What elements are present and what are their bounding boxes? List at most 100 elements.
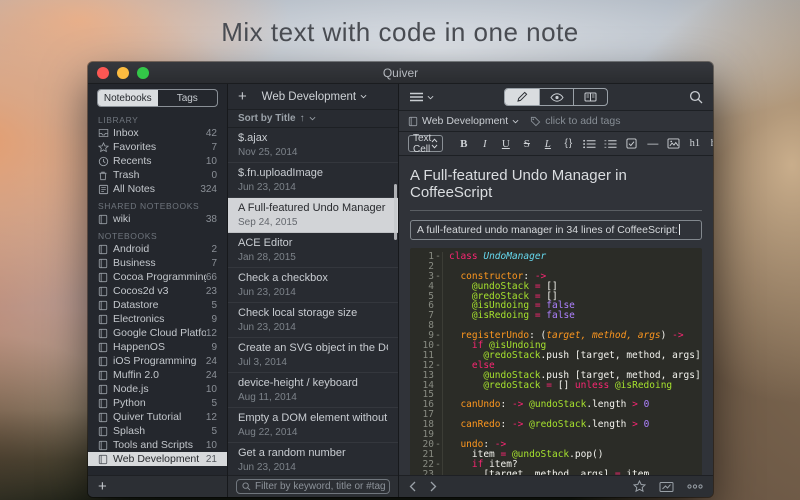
note-row-ajax[interactable]: $.ajax Nov 25, 2014 — [228, 128, 398, 163]
notebook-icon — [98, 244, 113, 255]
sidebar-item-android[interactable]: Android 2 — [88, 242, 227, 256]
fold-marker[interactable]: - — [434, 252, 443, 262]
image-icon[interactable] — [663, 134, 684, 154]
clock-icon — [98, 156, 113, 167]
window-titlebar[interactable]: Quiver — [88, 62, 713, 84]
code-cell[interactable]: 1 - class UndoManager 2 3 - constructor:… — [410, 248, 702, 475]
fold-marker[interactable]: - — [434, 460, 443, 470]
fold-marker[interactable]: - — [434, 272, 443, 282]
notebook-icon — [98, 370, 113, 381]
note-row-title: Create an SVG object in the DOM — [238, 342, 388, 355]
link-icon[interactable]: L — [537, 134, 558, 154]
cell-menu-button[interactable] — [409, 92, 434, 102]
sidebar-item-splash[interactable]: Splash 5 — [88, 424, 227, 438]
text-cursor — [679, 224, 680, 235]
hr-icon[interactable]: — — [642, 134, 663, 154]
note-row-empty-a-dom-element-without-jquery[interactable]: Empty a DOM element without jQuery Aug 2… — [228, 408, 398, 443]
sidebar-item-inbox[interactable]: Inbox 42 — [88, 126, 227, 140]
filter-placeholder: Filter by keyword, title or #tag — [255, 481, 386, 492]
ordered-list-icon[interactable] — [600, 134, 621, 154]
item-count: 7 — [211, 142, 217, 153]
sidebar-item-datastore[interactable]: Datastore 5 — [88, 298, 227, 312]
add-notebook-button[interactable]: + — [88, 479, 117, 494]
title-divider — [410, 210, 702, 211]
presentation-icon[interactable] — [659, 481, 674, 493]
favorite-star-icon[interactable] — [633, 480, 646, 493]
sidebar-item-ios-programming[interactable]: iOS Programming 24 — [88, 354, 227, 368]
note-row-ace-editor[interactable]: ACE Editor Jan 28, 2015 — [228, 233, 398, 268]
note-title[interactable]: A Full-featured Undo Manager in CoffeeSc… — [410, 167, 702, 201]
edit-mode-button[interactable] — [505, 89, 539, 105]
notebook-title-dropdown[interactable]: Web Development — [257, 91, 372, 103]
tab-notebooks[interactable]: Notebooks — [98, 90, 158, 106]
scrollbar[interactable] — [394, 184, 397, 240]
fold-marker[interactable]: - — [434, 341, 443, 351]
note-row-fn-uploadimage[interactable]: $.fn.uploadImage Jun 23, 2014 — [228, 163, 398, 198]
cell-type-select[interactable]: Text Cell — [408, 135, 443, 152]
item-count: 10 — [206, 440, 217, 451]
sidebar-item-wiki[interactable]: wiki 38 — [88, 212, 227, 226]
bold-icon[interactable]: B — [453, 134, 474, 154]
note-row-a-full-featured-undo-manager-in-coffee[interactable]: A Full-featured Undo Manager in Coffee..… — [228, 198, 398, 233]
todo-icon[interactable] — [621, 134, 642, 154]
text-cell[interactable]: A full-featured undo manager in 34 lines… — [410, 220, 702, 240]
sidebar-item-python[interactable]: Python 5 — [88, 396, 227, 410]
preview-mode-button[interactable] — [539, 89, 573, 105]
forward-button[interactable] — [430, 481, 437, 492]
item-count: 2 — [211, 244, 217, 255]
trash-icon — [98, 170, 113, 181]
new-note-button[interactable]: + — [228, 89, 257, 104]
tags-field[interactable]: click to add tags — [530, 115, 620, 127]
sidebar-item-muffin-2-0[interactable]: Muffin 2.0 24 — [88, 368, 227, 382]
italic-icon[interactable]: I — [474, 134, 495, 154]
h2-icon[interactable]: h2 — [705, 134, 713, 154]
notebook-icon — [98, 440, 113, 451]
note-row-date: Jan 28, 2015 — [238, 252, 388, 264]
sidebar-item-tools-and-scripts[interactable]: Tools and Scripts 10 — [88, 438, 227, 452]
fold-marker[interactable]: - — [434, 361, 443, 371]
note-row-device-height-keyboard[interactable]: device-height / keyboard Aug 11, 2014 — [228, 373, 398, 408]
note-row-date: Jun 23, 2014 — [238, 287, 388, 299]
section-label-library: LIBRARY — [88, 110, 227, 126]
sort-dropdown[interactable]: Sort by Title ↑ — [228, 110, 398, 128]
sidebar-item-happenos[interactable]: HappenOS 9 — [88, 340, 227, 354]
minimize-button[interactable] — [117, 67, 129, 79]
star-icon — [98, 142, 113, 153]
bullet-list-icon[interactable] — [579, 134, 600, 154]
note-row-date: Nov 25, 2014 — [238, 147, 388, 159]
more-options-icon[interactable] — [687, 484, 703, 489]
zoom-button[interactable] — [137, 67, 149, 79]
sidebar-item-cocoa-programming[interactable]: Cocoa Programming 66 — [88, 270, 227, 284]
sidebar-item-all-notes[interactable]: All Notes 324 — [88, 182, 227, 196]
sidebar-item-recents[interactable]: Recents 10 — [88, 154, 227, 168]
note-notebook-dropdown[interactable]: Web Development — [408, 115, 519, 127]
sidebar-item-node-js[interactable]: Node.js 10 — [88, 382, 227, 396]
sidebar-item-quiver-tutorial[interactable]: Quiver Tutorial 12 — [88, 410, 227, 424]
sidebar-item-electronics[interactable]: Electronics 9 — [88, 312, 227, 326]
strikethrough-icon[interactable]: S — [516, 134, 537, 154]
sidebar-item-trash[interactable]: Trash 0 — [88, 168, 227, 182]
sidebar-item-cocos2d-v3[interactable]: Cocos2d v3 23 — [88, 284, 227, 298]
search-button[interactable] — [689, 90, 703, 104]
underline-icon[interactable]: U — [495, 134, 516, 154]
tab-tags[interactable]: Tags — [158, 90, 218, 106]
filter-input[interactable]: Filter by keyword, title or #tag — [236, 479, 390, 494]
note-row-get-a-random-number[interactable]: Get a random number Jun 23, 2014 — [228, 443, 398, 475]
book-icon — [584, 92, 597, 102]
notebook-icon — [98, 342, 113, 353]
code-icon[interactable]: {} — [558, 134, 579, 154]
sidebar-item-google-cloud-platform[interactable]: Google Cloud Platform 12 — [88, 326, 227, 340]
sidebar-item-favorites[interactable]: Favorites 7 — [88, 140, 227, 154]
sidebar-item-web-development[interactable]: Web Development 21 — [88, 452, 227, 466]
note-row-check-a-checkbox[interactable]: Check a checkbox Jun 23, 2014 — [228, 268, 398, 303]
h1-icon[interactable]: h1 — [684, 134, 705, 154]
note-row-title: $.ajax — [238, 132, 388, 145]
fold-marker[interactable]: - — [434, 440, 443, 450]
close-button[interactable] — [97, 67, 109, 79]
note-row-check-local-storage-size[interactable]: Check local storage size Jun 23, 2014 — [228, 303, 398, 338]
note-row-create-an-svg-object-in-the-dom[interactable]: Create an SVG object in the DOM Jul 3, 2… — [228, 338, 398, 373]
back-button[interactable] — [409, 481, 416, 492]
sidebar-bottom-bar: + — [88, 475, 227, 497]
split-mode-button[interactable] — [573, 89, 607, 105]
sidebar-item-business[interactable]: Business 7 — [88, 256, 227, 270]
